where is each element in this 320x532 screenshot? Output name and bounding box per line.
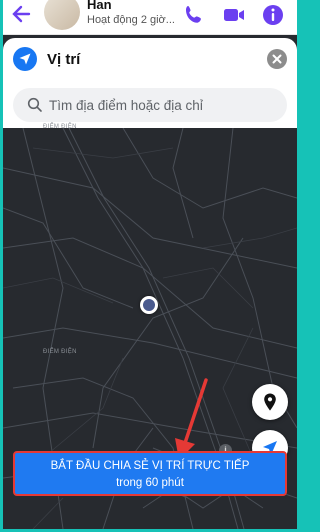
search-input[interactable] <box>49 88 279 122</box>
location-arrow-icon <box>13 47 37 71</box>
info-icon[interactable] <box>261 3 285 27</box>
start-button-label: BẮT ĐẦU CHIA SẺ VỊ TRÍ TRỰC TIẾP <box>50 460 250 472</box>
location-sheet: Vị trí <box>3 38 297 128</box>
phone-icon[interactable] <box>182 3 206 27</box>
map-pin-button[interactable] <box>252 384 288 420</box>
start-button-duration: trong 60 phút <box>116 477 184 489</box>
map-place-label: ĐIỂM ĐIỆN <box>43 124 77 130</box>
search-icon <box>27 97 43 113</box>
back-arrow-icon[interactable] <box>10 3 36 25</box>
search-bar[interactable] <box>13 88 287 122</box>
map-pin-icon <box>264 393 276 411</box>
contact-status: Hoạt động 2 giờ... <box>87 14 175 26</box>
contact-name[interactable]: Han <box>87 0 112 12</box>
sheet-title: Vị trí <box>47 51 81 68</box>
map-place-label: ĐIỂM ĐIỆN <box>43 349 77 355</box>
avatar[interactable] <box>44 0 80 30</box>
screen: Han Hoạt động 2 giờ... Vị trí Tìm địa đi… <box>3 0 297 529</box>
start-live-location-button[interactable]: BẮT ĐẦU CHIA SẺ VỊ TRÍ TRỰC TIẾP trong 6… <box>13 451 287 496</box>
video-call-icon[interactable] <box>222 3 246 27</box>
close-icon[interactable] <box>267 49 287 69</box>
current-location-marker <box>140 296 158 314</box>
chat-header: Han Hoạt động 2 giờ... <box>3 0 297 35</box>
